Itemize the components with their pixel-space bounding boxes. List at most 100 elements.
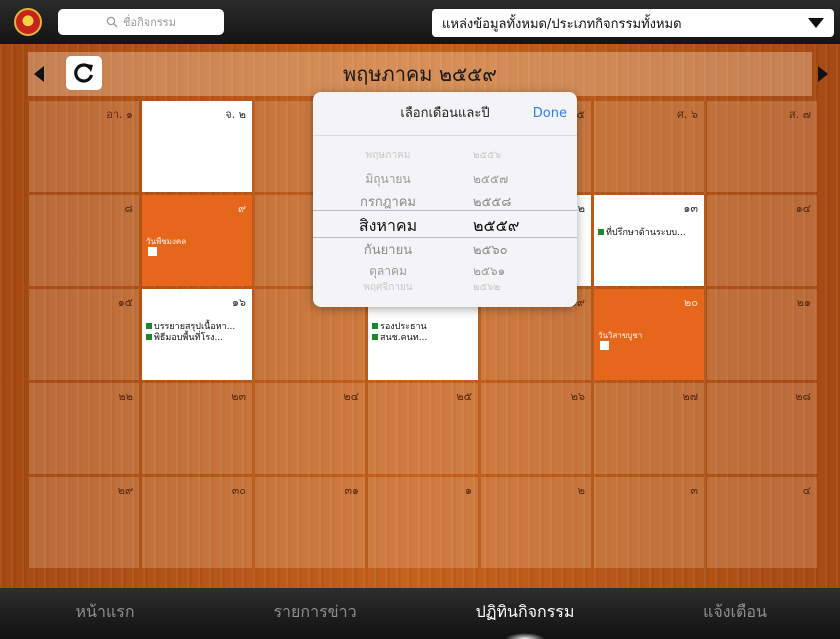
picker-row[interactable]: พฤศจิกายน ๒๕๖๒ [313, 280, 577, 295]
month-year-picker[interactable]: เลือกเดือนและปี Done พฤษภาคม ๒๕๕๖ มิถุนายน… [313, 92, 577, 307]
day-number: ๔ [802, 484, 811, 497]
picker-month: มิถุนายน [365, 172, 411, 186]
picker-year: ๒๕๕๘ [473, 195, 512, 210]
picker-selected-row[interactable]: สิงหาคม ๒๕๕๙ [313, 214, 577, 239]
search-icon [106, 16, 118, 28]
day-number: อา. ๑ [106, 108, 133, 121]
picker-row[interactable]: กันยายน ๒๕๖๐ [313, 239, 577, 260]
calendar-day-cell[interactable]: ศ. ๖ [594, 101, 704, 192]
search-input[interactable]: ชื่อกิจกรรม [58, 9, 224, 35]
day-number: ศ. ๖ [677, 108, 698, 121]
day-number: ๒๔ [343, 390, 359, 403]
calendar-day-cell[interactable]: ๓ [594, 477, 704, 568]
calendar-day-cell[interactable]: ๒๙ [29, 477, 139, 568]
calendar-day-cell[interactable]: ๒๐ วันวิสาขบูชา [594, 289, 704, 380]
calendar-day-cell[interactable]: ๑ [368, 477, 478, 568]
day-number: ๒๓ [231, 390, 246, 403]
picker-year: ๒๕๖๒ [473, 282, 501, 293]
picker-month: พฤษภาคม [365, 150, 411, 161]
day-number: ๒๖ [570, 390, 585, 403]
event-title: สนช.คนท... [380, 333, 428, 343]
event-title: ที่ปรึกษาด้านระบบ... [606, 228, 686, 238]
picker-row[interactable]: มิถุนายน ๒๕๕๗ [313, 170, 577, 189]
refresh-icon [74, 63, 94, 83]
calendar-day-cell[interactable]: ๔ [707, 477, 817, 568]
picker-selection-line [313, 210, 577, 211]
picker-row[interactable]: พฤษภาคม ๒๕๕๖ [313, 148, 577, 163]
next-month-icon[interactable] [818, 66, 828, 82]
day-number: ส. ๗ [789, 108, 811, 121]
picker-row[interactable]: กรกฎาคม ๒๕๕๘ [313, 191, 577, 212]
day-number: ๙ [237, 202, 246, 215]
month-title: พฤษภาคม ๒๕๕๙ [343, 62, 497, 86]
day-number: ๒ [577, 484, 585, 497]
calendar-day-cell[interactable]: จ. ๒ [142, 101, 252, 192]
event-marker-icon [146, 323, 152, 329]
picker-row[interactable]: ตุลาคม ๒๕๖๑ [313, 262, 577, 281]
calendar-day-cell[interactable]: ๒๕ [368, 383, 478, 474]
calendar-day-cell[interactable]: ๒๑ [707, 289, 817, 380]
picker-year: ๒๕๕๗ [473, 172, 509, 186]
tab-news[interactable]: รายการข่าว [210, 588, 420, 639]
day-number: ๑๖ [232, 296, 246, 309]
calendar-day-cell[interactable]: ๒๘ [707, 383, 817, 474]
calendar-day-cell[interactable]: ๑๓ ที่ปรึกษาด้านระบบ... [594, 195, 704, 286]
event-item[interactable]: สนช.คนท... [372, 330, 474, 344]
calendar-day-cell[interactable]: ๒๒ [29, 383, 139, 474]
tab-home[interactable]: หน้าแรก [0, 588, 210, 639]
tab-bar: หน้าแรก รายการข่าว ปฏิทินกิจกรรม แจ้งเตื… [0, 588, 840, 639]
app-logo[interactable] [14, 8, 42, 36]
day-number: ๑๔ [795, 202, 811, 215]
calendar-day-cell[interactable]: ๓๐ [142, 477, 252, 568]
day-number: ๘ [124, 202, 134, 215]
calendar-day-cell[interactable]: ๑๕ [29, 289, 139, 380]
event-item[interactable]: พิธีมอบพื้นที่โรง... [146, 330, 248, 344]
picker-month: กรกฎาคม [359, 195, 417, 210]
holiday-marker [148, 247, 157, 256]
done-button[interactable]: Done [533, 106, 567, 121]
day-number: ๒๒ [118, 390, 133, 403]
refresh-button[interactable] [66, 56, 102, 90]
picker-year: ๒๕๕๙ [473, 216, 520, 235]
search-placeholder: ชื่อกิจกรรม [123, 16, 176, 29]
day-number: ๓๑ [344, 484, 359, 497]
calendar-day-cell[interactable]: ๓๑ [255, 477, 365, 568]
calendar-day-cell[interactable]: ๒๔ [255, 383, 365, 474]
calendar-day-cell[interactable]: ๙วันพืชมงคล [142, 195, 252, 286]
day-number: ๒๐ [684, 296, 698, 309]
event-title: พิธีมอบพื้นที่โรง... [154, 333, 224, 343]
source-filter-dropdown[interactable]: แหล่งข้อมูลทั้งหมด/ประเภทกิจกรรมทั้งหมด [432, 9, 834, 37]
day-number: ๓๐ [231, 484, 246, 497]
calendar-day-cell[interactable]: ๑๖ บรรยายสรุปเนื้อหา... พิธีมอบพื้นที่โรง.… [142, 289, 252, 380]
calendar-day-cell[interactable]: ๒๖ [481, 383, 591, 474]
calendar-day-cell[interactable]: ๘ [29, 195, 139, 286]
calendar-day-cell[interactable]: ส. ๗ [707, 101, 817, 192]
top-bar: ชื่อกิจกรรม แหล่งข้อมูลทั้งหมด/ประเภทกิจ… [0, 0, 840, 44]
picker-year: ๒๕๕๖ [473, 150, 502, 161]
picker-selection-line [313, 237, 577, 238]
picker-month: ตุลาคม [369, 264, 407, 278]
day-number: ๓ [690, 484, 698, 497]
calendar-day-cell[interactable]: ๒๗ [594, 383, 704, 474]
calendar-day-cell[interactable]: ๒ [481, 477, 591, 568]
day-number: ๑๕ [117, 296, 133, 309]
calendar-day-cell[interactable]: ๒๓ [142, 383, 252, 474]
day-number: ๒๑ [796, 296, 811, 309]
event-marker-icon [146, 334, 152, 340]
picker-year: ๒๕๖๑ [473, 264, 506, 278]
day-number: ๒๘ [795, 390, 811, 403]
day-number: ๒๙ [117, 484, 133, 497]
day-number: จ. ๒ [225, 108, 246, 121]
calendar-day-cell[interactable]: ๑๔ [707, 195, 817, 286]
event-item[interactable]: ที่ปรึกษาด้านระบบ... [598, 225, 700, 239]
tab-calendar[interactable]: ปฏิทินกิจกรรม [420, 588, 630, 639]
tab-notifications[interactable]: แจ้งเตือน [630, 588, 840, 639]
prev-month-icon[interactable] [34, 66, 44, 82]
day-number: ๒๕ [456, 390, 472, 403]
event-marker-icon [372, 334, 378, 340]
event-marker-icon [372, 323, 378, 329]
dropdown-arrow-icon [808, 18, 824, 28]
day-number: ๒๗ [682, 390, 698, 403]
picker-month: พฤศจิกายน [363, 282, 413, 293]
calendar-day-cell[interactable]: อา. ๑ [29, 101, 139, 192]
